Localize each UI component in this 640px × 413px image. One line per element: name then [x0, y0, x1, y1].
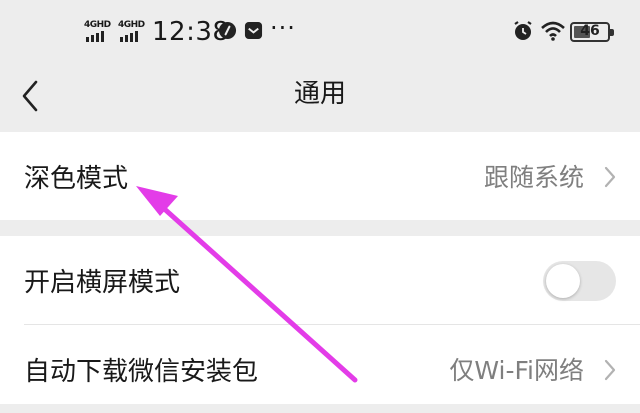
- toggle-knob: [546, 264, 580, 298]
- dark-mode-value: 跟随系统: [483, 163, 584, 192]
- network-type-label: 4GHD: [84, 20, 111, 30]
- navigation-bar: 通用: [0, 62, 640, 132]
- status-bar: 4GHD 4GHD 12:38 ··· 46: [0, 0, 640, 62]
- landscape-mode-row: 开启横屏模式: [0, 236, 640, 324]
- signal-icon: 4GHD: [84, 20, 111, 42]
- signal-icon: 4GHD: [118, 20, 145, 42]
- dark-mode-row[interactable]: 深色模式 跟随系统: [0, 132, 640, 220]
- landscape-mode-toggle[interactable]: [543, 261, 616, 301]
- auto-download-row[interactable]: 自动下载微信安装包 仅Wi-Fi网络: [0, 325, 640, 413]
- more-notifications: ···: [270, 14, 296, 42]
- message-app-icon: [244, 21, 263, 40]
- battery-icon: 46: [570, 22, 614, 42]
- auto-download-value: 仅Wi-Fi网络: [449, 356, 584, 385]
- landscape-mode-label: 开启横屏模式: [24, 267, 181, 298]
- chevron-right-icon: [604, 166, 616, 188]
- auto-download-label: 自动下载微信安装包: [24, 356, 259, 387]
- music-app-icon: [218, 21, 237, 40]
- alarm-icon: [514, 21, 532, 40]
- battery-level: 46: [580, 23, 600, 39]
- settings-group-general: 开启横屏模式 自动下载微信安装包 仅Wi-Fi网络: [0, 236, 640, 404]
- settings-group-display: 深色模式 跟随系统: [0, 132, 640, 220]
- page-title: 通用: [293, 79, 346, 109]
- chevron-right-icon: [604, 359, 616, 381]
- dark-mode-label: 深色模式: [24, 163, 129, 194]
- wifi-icon: [541, 21, 565, 41]
- network-type-label: 4GHD: [118, 20, 145, 30]
